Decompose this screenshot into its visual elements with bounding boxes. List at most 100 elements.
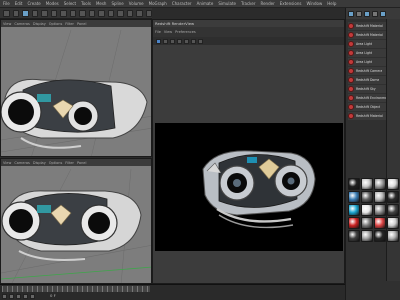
- material-swatch[interactable]: [387, 230, 399, 242]
- redshift-icon: [348, 113, 354, 119]
- menu-spline[interactable]: Spline: [111, 1, 123, 6]
- rotate-tool-button[interactable]: [41, 9, 48, 17]
- redshift-icon: [348, 77, 354, 83]
- start-render-button[interactable]: [156, 38, 161, 44]
- menu-render[interactable]: Render: [260, 1, 274, 6]
- viewport-bottom[interactable]: View Cameras Display Options Filter Pane…: [0, 158, 152, 284]
- prev-frame-icon[interactable]: [9, 294, 14, 299]
- snapshot-button[interactable]: [170, 38, 175, 44]
- z-axis-button[interactable]: [69, 9, 76, 17]
- region-button[interactable]: [177, 38, 182, 44]
- timeline-ruler[interactable]: [2, 286, 150, 292]
- redshift-icon: [348, 32, 354, 38]
- render-view-menubar: File View Preferences: [153, 27, 344, 37]
- zoom-button[interactable]: [191, 38, 196, 44]
- material-swatch[interactable]: [348, 204, 360, 216]
- render-menu-view[interactable]: View: [164, 30, 172, 34]
- next-frame-icon[interactable]: [23, 294, 28, 299]
- menu-modes[interactable]: Modes: [46, 1, 59, 6]
- panel-button-4[interactable]: [372, 10, 378, 17]
- timeline-tick: [27, 286, 28, 292]
- material-swatch[interactable]: [387, 204, 399, 216]
- object-name: Area Light: [356, 51, 373, 55]
- material-swatch[interactable]: [374, 178, 386, 190]
- material-swatch[interactable]: [361, 217, 373, 229]
- material-swatch[interactable]: [387, 178, 399, 190]
- menu-mesh[interactable]: Mesh: [96, 1, 107, 6]
- scale-tool-button[interactable]: [31, 9, 38, 17]
- object-name: Redshift Object: [356, 105, 381, 109]
- channel-button[interactable]: [198, 38, 203, 44]
- material-swatch[interactable]: [348, 191, 360, 203]
- cube-button[interactable]: [88, 9, 95, 17]
- go-start-icon[interactable]: [2, 294, 7, 299]
- floor-button[interactable]: [136, 9, 143, 17]
- panel-button-5[interactable]: [380, 10, 386, 17]
- timeline-tick: [102, 286, 103, 292]
- menu-tools[interactable]: Tools: [81, 1, 91, 6]
- material-palette: [346, 178, 400, 242]
- viewport-bottom-model: [1, 168, 151, 283]
- menu-character[interactable]: Character: [172, 1, 192, 6]
- menu-mograph[interactable]: MoGraph: [149, 1, 167, 6]
- menu-tracker[interactable]: Tracker: [241, 1, 255, 6]
- menu-animate[interactable]: Animate: [197, 1, 214, 6]
- stop-render-button[interactable]: [163, 38, 168, 44]
- subdivision-button[interactable]: [107, 9, 114, 17]
- menu-select[interactable]: Select: [64, 1, 76, 6]
- x-axis-button[interactable]: [50, 9, 57, 17]
- material-swatch[interactable]: [348, 217, 360, 229]
- menu-window[interactable]: Window: [306, 1, 322, 6]
- go-end-icon[interactable]: [30, 294, 35, 299]
- pen-button[interactable]: [98, 9, 105, 17]
- menu-simulate[interactable]: Simulate: [218, 1, 236, 6]
- play-icon[interactable]: [16, 294, 21, 299]
- cloner-button[interactable]: [117, 9, 124, 17]
- light-button[interactable]: [145, 9, 152, 17]
- menu-edit[interactable]: Edit: [15, 1, 23, 6]
- material-swatch[interactable]: [374, 204, 386, 216]
- material-swatch[interactable]: [361, 204, 373, 216]
- timeline-tick: [97, 286, 98, 292]
- panel-button-2[interactable]: [356, 10, 362, 17]
- object-name: Area Light: [356, 60, 373, 64]
- render-menu-file[interactable]: File: [155, 30, 161, 34]
- material-swatch[interactable]: [361, 191, 373, 203]
- material-swatch[interactable]: [361, 178, 373, 190]
- move-tool-button[interactable]: [22, 9, 29, 17]
- menu-volume[interactable]: Volume: [129, 1, 144, 6]
- material-swatch[interactable]: [348, 178, 360, 190]
- timeline-tick: [117, 286, 118, 292]
- object-name: Redshift Material: [356, 114, 383, 118]
- lock-button[interactable]: [184, 38, 189, 44]
- render-canvas[interactable]: [155, 123, 343, 251]
- material-swatch[interactable]: [348, 230, 360, 242]
- timeline-tick: [47, 286, 48, 292]
- timeline-tick: [2, 286, 3, 292]
- viewport-top[interactable]: View Cameras Display Options Filter Pane…: [0, 19, 152, 157]
- main-toolbar: [0, 8, 152, 19]
- undo-button[interactable]: [3, 9, 10, 17]
- material-swatch[interactable]: [374, 230, 386, 242]
- menu-file[interactable]: File: [3, 1, 10, 6]
- menu-create[interactable]: Create: [27, 1, 40, 6]
- material-swatch[interactable]: [374, 217, 386, 229]
- redo-button[interactable]: [12, 9, 19, 17]
- timeline-tick: [142, 286, 143, 292]
- material-swatch[interactable]: [374, 191, 386, 203]
- deformer-button[interactable]: [126, 9, 133, 17]
- object-name: Redshift Material: [356, 24, 383, 28]
- material-swatch[interactable]: [387, 191, 399, 203]
- timeline-tick: [32, 286, 33, 292]
- render-view-title: Redshift RenderView: [155, 21, 195, 26]
- render-menu-preferences[interactable]: Preferences: [175, 30, 196, 34]
- material-swatch[interactable]: [387, 217, 399, 229]
- render-button[interactable]: [79, 9, 86, 17]
- timeline-tick: [72, 286, 73, 292]
- panel-button-3[interactable]: [364, 10, 370, 17]
- panel-button-1[interactable]: [348, 10, 354, 17]
- menu-help[interactable]: Help: [327, 1, 336, 6]
- y-axis-button[interactable]: [60, 9, 67, 17]
- material-swatch[interactable]: [361, 230, 373, 242]
- menu-extensions[interactable]: Extensions: [280, 1, 302, 6]
